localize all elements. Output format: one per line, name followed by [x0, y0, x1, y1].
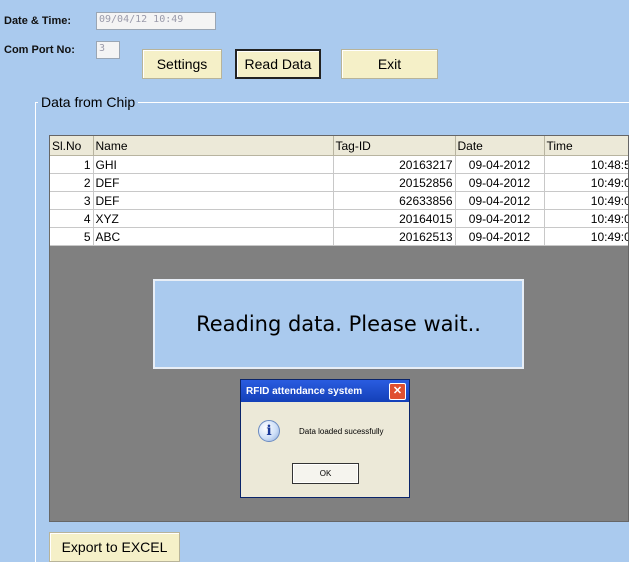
header-tagid[interactable]: Tag-ID	[333, 136, 456, 156]
info-icon: i	[258, 420, 280, 442]
cell-name: XYZ	[93, 209, 334, 228]
header-time[interactable]: Time	[544, 136, 628, 156]
dialog-titlebar[interactable]: RFID attendance system ✕	[241, 380, 409, 402]
header-slno[interactable]: Sl.No	[50, 136, 94, 156]
comport-label: Com Port No:	[4, 44, 75, 56]
cell-tagid: 20162513	[333, 227, 456, 246]
comport-field[interactable]: 3	[96, 41, 120, 59]
cell-time: 10:48:50	[544, 155, 628, 174]
table-row[interactable]: 2 DEF 20152856 09-04-2012 10:49:00	[50, 173, 628, 192]
table-row[interactable]: 1 GHI 20163217 09-04-2012 10:48:50	[50, 155, 628, 174]
cell-name: DEF	[93, 191, 334, 210]
cell-slno: 3	[50, 191, 94, 210]
cell-date: 09-04-2012	[455, 173, 545, 192]
group-title: Data from Chip	[38, 94, 139, 110]
cell-time: 10:49:00	[544, 173, 628, 192]
header-name[interactable]: Name	[93, 136, 334, 156]
cell-tagid: 62633856	[333, 191, 456, 210]
cell-date: 09-04-2012	[455, 227, 545, 246]
export-excel-button[interactable]: Export to EXCEL	[49, 532, 180, 562]
cell-time: 10:49:03	[544, 209, 628, 228]
data-table: Sl.No Name Tag-ID Date Time 1 GHI 201632…	[50, 136, 628, 246]
datetime-label: Date & Time:	[4, 15, 72, 27]
cell-tagid: 20164015	[333, 209, 456, 228]
reading-status-panel: Reading data. Please wait..	[153, 279, 524, 369]
ok-button[interactable]: OK	[292, 463, 359, 484]
message-dialog: RFID attendance system ✕ i Data loaded s…	[240, 379, 410, 498]
cell-date: 09-04-2012	[455, 155, 545, 174]
cell-tagid: 20163217	[333, 155, 456, 174]
exit-button[interactable]: Exit	[341, 49, 438, 79]
read-data-button[interactable]: Read Data	[235, 49, 321, 79]
table-row[interactable]: 4 XYZ 20164015 09-04-2012 10:49:03	[50, 209, 628, 228]
dialog-title: RFID attendance system	[246, 385, 363, 397]
cell-name: GHI	[93, 155, 334, 174]
cell-slno: 2	[50, 173, 94, 192]
settings-button[interactable]: Settings	[142, 49, 222, 79]
cell-tagid: 20152856	[333, 173, 456, 192]
cell-name: ABC	[93, 227, 334, 246]
cell-time: 10:49:04	[544, 227, 628, 246]
table-row[interactable]: 3 DEF 62633856 09-04-2012 10:49:02	[50, 191, 628, 210]
datetime-field[interactable]: 09/04/12 10:49	[96, 12, 216, 30]
app-window: Date & Time: 09/04/12 10:49 Com Port No:…	[0, 0, 629, 562]
table-header-row: Sl.No Name Tag-ID Date Time	[50, 136, 628, 156]
table-row[interactable]: 5 ABC 20162513 09-04-2012 10:49:04	[50, 227, 628, 246]
close-icon[interactable]: ✕	[389, 383, 406, 400]
dialog-message: Data loaded sucessfully	[299, 427, 384, 436]
cell-date: 09-04-2012	[455, 191, 545, 210]
header-date[interactable]: Date	[455, 136, 545, 156]
cell-date: 09-04-2012	[455, 209, 545, 228]
cell-slno: 1	[50, 155, 94, 174]
cell-slno: 4	[50, 209, 94, 228]
cell-time: 10:49:02	[544, 191, 628, 210]
cell-name: DEF	[93, 173, 334, 192]
cell-slno: 5	[50, 227, 94, 246]
